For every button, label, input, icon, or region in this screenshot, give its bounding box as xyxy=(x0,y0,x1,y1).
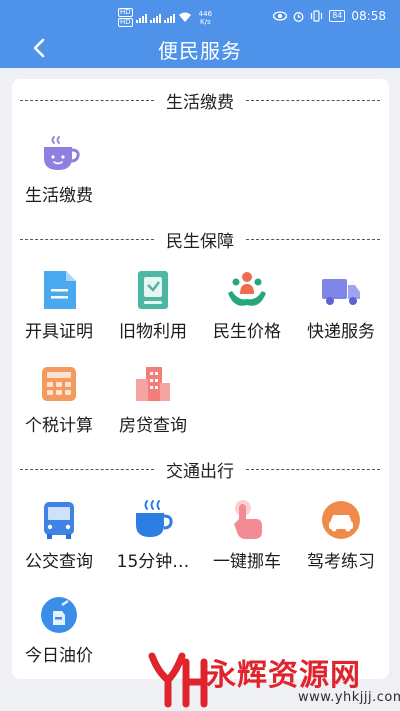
service-item-express[interactable]: 快递服务 xyxy=(294,269,388,355)
service-label: 旧物利用 xyxy=(119,322,187,342)
services-card: 生活缴费 生活缴费 民生保障 开具证明 旧物利用 民生价格 快递服务 个税计算 … xyxy=(12,79,389,679)
service-item-certificate[interactable]: 开具证明 xyxy=(12,269,106,355)
car-badge-icon xyxy=(322,501,360,539)
service-label: 生活缴费 xyxy=(25,186,93,206)
building-icon xyxy=(136,367,170,401)
calculator-icon xyxy=(42,367,76,401)
eye-icon xyxy=(273,11,288,21)
bus-icon xyxy=(44,502,74,539)
section-header-livelihood: 民生保障 xyxy=(20,227,380,252)
hot-cup-icon xyxy=(44,136,80,170)
service-label: 驾考练习 xyxy=(307,552,375,572)
app-header: HD HD 446 K/s 84 08:58 便民服务 xyxy=(0,0,400,68)
service-item-mortgage[interactable]: 房贷查询 xyxy=(106,363,200,449)
speed-value: 446 xyxy=(198,9,213,18)
oil-drop-icon xyxy=(41,597,77,633)
service-item-recycle[interactable]: 旧物利用 xyxy=(106,269,200,355)
section-header-transport: 交通出行 xyxy=(20,457,380,482)
divider xyxy=(20,99,154,101)
service-label: 一键挪车 xyxy=(213,552,281,572)
hd-badge: HD xyxy=(118,8,133,17)
service-label: 房贷查询 xyxy=(119,416,187,436)
watermark-text: 永辉资源网 xyxy=(206,658,361,693)
divider xyxy=(246,238,380,240)
section-title: 生活缴费 xyxy=(166,92,234,113)
signal-icon xyxy=(135,13,147,23)
watermark: 永辉资源网 www.yhkjjj.com xyxy=(148,648,400,710)
alarm-icon xyxy=(293,11,304,22)
divider xyxy=(246,99,380,101)
truck-icon xyxy=(322,279,360,305)
service-item-move-car[interactable]: 一键挪车 xyxy=(200,499,294,585)
service-label: 快递服务 xyxy=(307,322,375,342)
watermark-url: www.yhkjjj.com xyxy=(298,690,400,705)
coffee-cup-icon xyxy=(136,500,173,537)
service-item-tax[interactable]: 个税计算 xyxy=(12,363,106,449)
service-item-living-payment[interactable]: 生活缴费 xyxy=(12,133,106,219)
signal-icon xyxy=(163,13,175,23)
service-item-prices[interactable]: 民生价格 xyxy=(200,269,294,355)
network-indicators: HD HD 446 K/s xyxy=(118,8,212,27)
vibrate-icon xyxy=(311,10,323,22)
document-icon xyxy=(44,271,76,309)
yh-logo-icon xyxy=(148,652,208,708)
service-label: 公交查询 xyxy=(25,552,93,572)
service-label: 今日油价 xyxy=(25,646,93,666)
divider xyxy=(20,238,154,240)
divider xyxy=(20,468,154,470)
page-title: 便民服务 xyxy=(158,39,242,63)
people-hands-icon xyxy=(228,272,266,306)
hd-badge: HD xyxy=(118,18,133,27)
service-label: 民生价格 xyxy=(213,322,281,342)
service-item-oil-price[interactable]: 今日油价 xyxy=(12,593,106,679)
signal-icon xyxy=(149,13,161,23)
tap-hand-icon xyxy=(234,500,262,539)
service-item-driving-test[interactable]: 驾考练习 xyxy=(294,499,388,585)
battery-icon: 84 xyxy=(329,10,346,22)
section-title: 交通出行 xyxy=(166,461,234,482)
section-header-living-payment: 生活缴费 xyxy=(20,88,380,113)
speed-unit: K/s xyxy=(200,17,211,26)
section-title: 民生保障 xyxy=(166,231,234,252)
divider xyxy=(246,468,380,470)
service-item-15min[interactable]: 15分钟… xyxy=(106,499,200,585)
service-label: 个税计算 xyxy=(25,416,93,436)
status-right: 84 08:58 xyxy=(273,9,386,23)
nav-bar: 便民服务 xyxy=(0,32,400,68)
service-item-bus[interactable]: 公交查询 xyxy=(12,499,106,585)
net-speed: 446 K/s xyxy=(199,10,212,26)
clock: 08:58 xyxy=(351,9,386,23)
service-label: 开具证明 xyxy=(25,322,93,342)
service-label: 15分钟… xyxy=(116,552,190,572)
wifi-icon xyxy=(178,12,191,22)
status-bar: HD HD 446 K/s 84 08:58 xyxy=(0,0,400,32)
recycle-box-icon xyxy=(138,271,168,309)
